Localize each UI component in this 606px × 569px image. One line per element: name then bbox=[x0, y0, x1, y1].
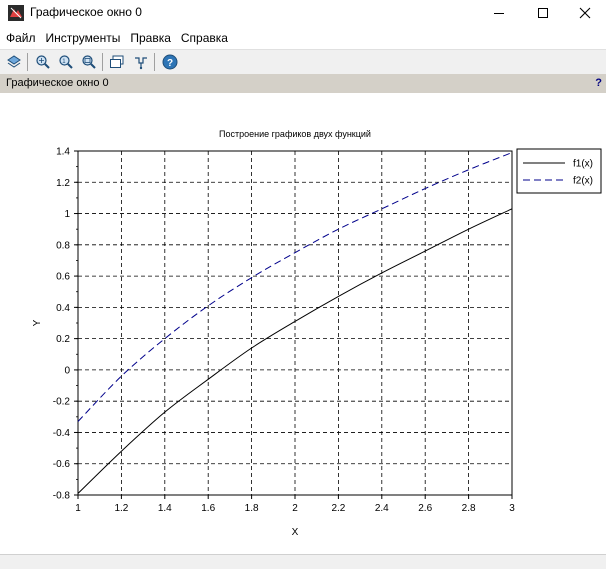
legend-label-2: f2(x) bbox=[573, 176, 593, 187]
zoom-icon bbox=[35, 54, 50, 69]
y-axis-label: Y bbox=[32, 319, 43, 326]
y-tick-label: -0.4 bbox=[53, 428, 71, 439]
x-tick-label: 2 bbox=[292, 503, 298, 514]
y-tick-label: -0.2 bbox=[53, 397, 71, 408]
menu-edit[interactable]: Правка bbox=[126, 31, 175, 45]
scilab-app-icon bbox=[8, 5, 24, 21]
y-tick-label: 0.8 bbox=[56, 240, 70, 251]
toolbar-separator bbox=[154, 53, 155, 71]
y-tick-label: 1.2 bbox=[56, 178, 70, 189]
minimize-icon bbox=[494, 13, 504, 14]
y-tick-label: 1.4 bbox=[56, 147, 70, 158]
x-tick-label: 2.4 bbox=[375, 503, 389, 514]
x-tick-label: 3 bbox=[509, 503, 515, 514]
y-tick-label: 0.2 bbox=[56, 334, 70, 345]
chart-title: Построение графиков двух функций bbox=[219, 129, 371, 139]
x-tick-label: 1.4 bbox=[158, 503, 172, 514]
title-bar: Графическое окно 0 bbox=[0, 0, 606, 26]
menu-file[interactable]: Файл bbox=[2, 31, 40, 45]
new-window-icon bbox=[109, 55, 123, 68]
x-axis-label: X bbox=[292, 527, 299, 538]
ticks: 1 1.2 1.4 1.6 1.8 2 2.2 2.4 2.6 2.8 3 -0.8 -0.6 -0.4 -… bbox=[53, 147, 515, 515]
x-tick-label: 2.8 bbox=[462, 503, 476, 514]
menu-bar: Файл Инструменты Правка Справка bbox=[0, 29, 606, 47]
grid bbox=[77, 150, 513, 496]
rotate-button[interactable] bbox=[4, 52, 23, 71]
new-window-button[interactable] bbox=[107, 52, 126, 71]
legend-label-1: f1(x) bbox=[573, 159, 593, 170]
maximize-icon bbox=[538, 8, 548, 18]
status-bar bbox=[0, 554, 606, 569]
figure-title: Графическое окно 0 bbox=[6, 77, 109, 89]
chart: 1 1.2 1.4 1.6 1.8 2 2.2 2.4 2.6 2.8 3 -0.8 -0.6 -0.4 -… bbox=[32, 129, 602, 538]
toolbar-separator bbox=[27, 53, 28, 71]
minimize-button[interactable] bbox=[476, 0, 522, 26]
x-tick-label: 1 bbox=[75, 503, 81, 514]
y-tick-label: 0.4 bbox=[56, 303, 70, 314]
y-tick-label: 1 bbox=[64, 209, 70, 220]
x-tick-label: 1.8 bbox=[245, 503, 259, 514]
x-tick-label: 2.2 bbox=[331, 503, 345, 514]
help-icon: ? bbox=[162, 54, 177, 69]
legend: f1(x) f2(x) bbox=[516, 148, 602, 194]
x-tick-label: 2.6 bbox=[418, 503, 432, 514]
zoom-button[interactable] bbox=[33, 52, 52, 71]
menu-tools[interactable]: Инструменты bbox=[42, 31, 125, 45]
help-button[interactable]: ? bbox=[160, 52, 179, 71]
y-tick-label: 0.6 bbox=[56, 272, 70, 283]
svg-text:?: ? bbox=[167, 58, 173, 69]
y-tick-label: -0.6 bbox=[53, 459, 71, 470]
close-icon bbox=[579, 7, 591, 19]
datatip-icon bbox=[134, 56, 147, 69]
help-mark[interactable]: ? bbox=[595, 77, 602, 89]
toolbar-separator bbox=[102, 53, 103, 71]
x-tick-label: 1.6 bbox=[201, 503, 215, 514]
zoom-out-button[interactable] bbox=[79, 52, 98, 71]
x-tick-label: 1.2 bbox=[114, 503, 128, 514]
zoom-in-icon: 1 bbox=[58, 54, 73, 69]
maximize-button[interactable] bbox=[520, 0, 566, 26]
zoom-out-icon bbox=[81, 54, 96, 69]
datatip-button[interactable] bbox=[131, 52, 150, 71]
figure-info-bar: Графическое окно 0 ? bbox=[0, 74, 606, 93]
toolbar: 1 ? bbox=[0, 49, 606, 74]
menu-help[interactable]: Справка bbox=[177, 31, 232, 45]
zoom-in-button[interactable]: 1 bbox=[56, 52, 75, 71]
rotate-icon bbox=[6, 54, 21, 68]
window-title: Графическое окно 0 bbox=[30, 5, 142, 19]
close-button[interactable] bbox=[562, 0, 606, 26]
y-tick-label: -0.8 bbox=[53, 491, 71, 502]
plot-canvas: 1 1.2 1.4 1.6 1.8 2 2.2 2.4 2.6 2.8 3 -0.8 -0.6 -0.4 -… bbox=[0, 94, 606, 554]
y-tick-label: 0 bbox=[64, 365, 70, 376]
